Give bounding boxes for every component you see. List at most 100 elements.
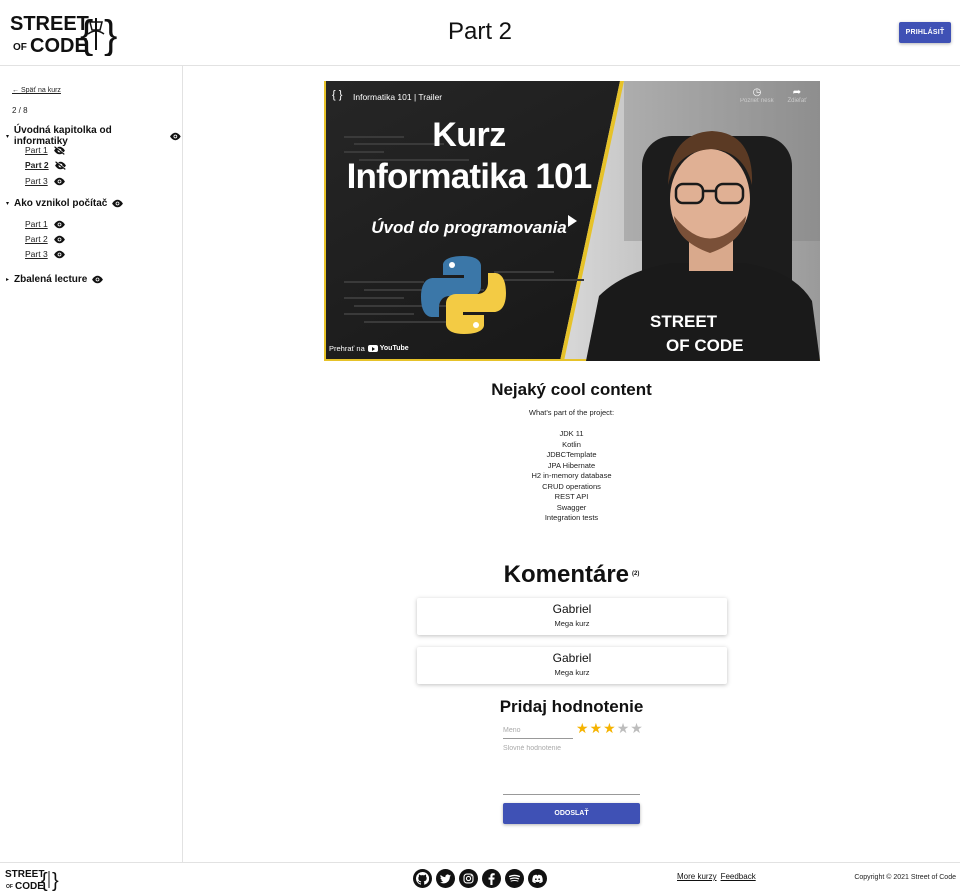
- sidebar-item-part-3[interactable]: Part 3: [25, 176, 66, 186]
- tech-list: JDK 11 Kotlin JDBCTemplate JPA Hibernate…: [183, 429, 960, 524]
- sidebar-section-uvodna[interactable]: ▾ Úvodná kapitolka od informatiky: [6, 125, 182, 147]
- eye-icon[interactable]: [53, 177, 66, 186]
- comment-author: Gabriel: [552, 651, 592, 665]
- eye-icon[interactable]: [169, 132, 182, 141]
- list-item: Kotlin: [562, 439, 581, 449]
- star-icon[interactable]: ★: [603, 720, 616, 736]
- list-item: JDBCTemplate: [546, 450, 597, 459]
- github-icon[interactable]: [413, 869, 432, 888]
- play-on-youtube[interactable]: Prehrať na YouTube: [329, 344, 409, 353]
- list-item: H2 in-memory database: [531, 471, 612, 480]
- spotify-icon[interactable]: [505, 869, 524, 888]
- eye-icon[interactable]: [91, 275, 104, 284]
- part-label[interactable]: Part 2: [25, 234, 48, 244]
- svg-text:STREET: STREET: [650, 312, 718, 331]
- svg-text:{: {: [41, 870, 48, 891]
- share-icon: ➦: [792, 87, 802, 98]
- eye-icon[interactable]: [53, 235, 66, 244]
- svg-text:OF CODE: OF CODE: [666, 336, 743, 355]
- header: STREET OF CODE { } Part 2 PRIHLÁSIŤ: [0, 0, 960, 66]
- eye-icon[interactable]: [111, 199, 124, 208]
- list-item: JPA Hibernate: [547, 460, 596, 470]
- svg-text:OF: OF: [6, 884, 13, 890]
- play-on-label: Prehrať na: [329, 344, 365, 353]
- sidebar-item-part-1[interactable]: Part 1: [25, 145, 66, 155]
- caret-right-icon: ▸: [6, 277, 10, 283]
- list-item: CRUD operations: [542, 481, 601, 491]
- youtube-icon: YouTube: [367, 345, 409, 352]
- eye-icon[interactable]: [53, 250, 66, 259]
- back-to-course-link[interactable]: ← Späť na kurz: [12, 87, 61, 94]
- sidebar-item-part-3[interactable]: Part 3: [25, 249, 66, 259]
- sidebar-section-zbalena[interactable]: ▸ Zbalená lecture: [6, 274, 104, 285]
- comment-card: Gabriel Mega kurz: [417, 598, 727, 635]
- comment-author: Gabriel: [552, 602, 592, 616]
- comment-text: Mega kurz: [554, 619, 590, 628]
- shirt-logo: STREET OF CODE: [650, 312, 743, 355]
- part-label[interactable]: Part 1: [25, 219, 48, 229]
- svg-text:CODE: CODE: [15, 881, 44, 891]
- discord-icon[interactable]: [528, 869, 547, 888]
- list-item: JDK 11: [559, 429, 584, 438]
- section-title: Zbalená lecture: [14, 274, 88, 285]
- eye-off-icon[interactable]: [53, 145, 66, 155]
- watch-later-label: Pozrieť neskôr: [740, 98, 774, 104]
- submit-button[interactable]: ODOSLAŤ: [503, 803, 640, 824]
- section-title: Úvodná kapitolka od informatiky: [13, 125, 112, 147]
- street-of-code-logo[interactable]: STREET OF CODE { }: [5, 867, 61, 891]
- star-rating[interactable]: ★ ★ ★ ★ ★: [576, 720, 643, 736]
- thumbnail-heading-course: Informatika 101: [346, 157, 593, 196]
- thumbnail-heading-subtitle: Úvod do programovania: [371, 218, 567, 237]
- rating-title: Pridaj hodnotenie: [499, 697, 644, 716]
- sidebar: ← Späť na kurz 2 / 8 ▾ Úvodná kapitolka …: [0, 66, 183, 862]
- progress-counter: 2 / 8: [12, 106, 28, 115]
- comment-card: Gabriel Mega kurz: [417, 647, 727, 684]
- comments-title: Komentáre (2): [183, 561, 960, 589]
- copyright-text: Copyright © 2021 Street of Code: [854, 874, 956, 881]
- sidebar-item-part-1[interactable]: Part 1: [25, 219, 66, 229]
- review-textarea[interactable]: [503, 745, 640, 795]
- content-subtitle: What's part of the project:: [528, 408, 615, 417]
- footer: STREET OF CODE { } More kurzy Feedback C…: [0, 862, 960, 892]
- content-title: Nejaký cool content: [491, 380, 652, 399]
- instagram-icon[interactable]: [459, 869, 478, 888]
- share-label: Zdieľať: [787, 98, 807, 104]
- list-item: REST API: [554, 492, 589, 501]
- feedback-link[interactable]: Feedback: [721, 872, 756, 881]
- page-title: Part 2: [447, 18, 513, 45]
- youtube-label: YouTube: [379, 345, 409, 352]
- comments-count: (2): [632, 571, 640, 577]
- part-label[interactable]: Part 2: [25, 160, 49, 170]
- part-label[interactable]: Part 3: [25, 176, 48, 186]
- footer-links: More kurzy Feedback: [677, 872, 756, 881]
- eye-off-icon[interactable]: [54, 160, 67, 170]
- star-icon[interactable]: ★: [617, 720, 630, 736]
- video-player[interactable]: { } Informatika 101 | Trailer ◷ Pozrieť …: [324, 81, 820, 361]
- login-button[interactable]: PRIHLÁSIŤ: [899, 22, 951, 43]
- caret-down-icon: ▾: [6, 133, 10, 140]
- part-label[interactable]: Part 3: [25, 249, 48, 259]
- sidebar-item-part-2[interactable]: Part 2: [25, 160, 67, 170]
- sidebar-section-ako-vznikol[interactable]: ▾ Ako vznikol počítač: [6, 198, 124, 209]
- twitter-icon[interactable]: [436, 869, 455, 888]
- star-icon[interactable]: ★: [576, 720, 589, 736]
- part-label[interactable]: Part 1: [25, 145, 48, 155]
- comment-text: Mega kurz: [554, 668, 590, 677]
- channel-logo-icon[interactable]: { }: [332, 89, 342, 101]
- thumbnail-heading-kurz: Kurz: [432, 116, 506, 154]
- sidebar-item-part-2[interactable]: Part 2: [25, 234, 66, 244]
- caret-down-icon: ▾: [6, 201, 10, 207]
- more-courses-link[interactable]: More kurzy: [677, 872, 717, 881]
- svg-text:STREET: STREET: [5, 869, 44, 880]
- star-icon[interactable]: ★: [590, 720, 603, 736]
- facebook-icon[interactable]: [482, 869, 501, 888]
- share-button[interactable]: ➦ Zdieľať: [780, 87, 814, 104]
- list-item: Swagger: [556, 502, 587, 512]
- star-icon[interactable]: ★: [630, 720, 643, 736]
- list-item: Integration tests: [544, 513, 599, 522]
- watch-later-button[interactable]: ◷ Pozrieť neskôr: [740, 87, 774, 104]
- name-input[interactable]: [503, 722, 573, 739]
- social-links: [413, 869, 547, 888]
- video-title[interactable]: Informatika 101 | Trailer: [353, 92, 442, 102]
- eye-icon[interactable]: [53, 220, 66, 229]
